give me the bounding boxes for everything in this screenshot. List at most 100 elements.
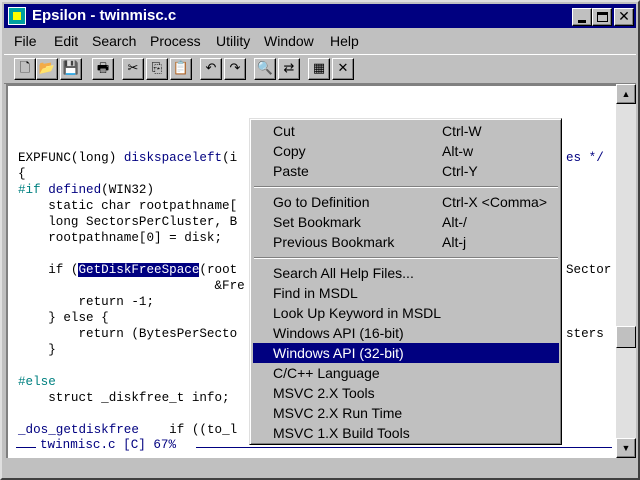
function-name-token: diskspaceleft <box>123 151 223 165</box>
menu-item-find-in-msdl[interactable]: Find in MSDL <box>253 283 559 303</box>
menu-item-label: Previous Bookmark <box>273 234 395 250</box>
code-tail-token: es */ <box>566 151 604 165</box>
menu-item-cut[interactable]: Cut Ctrl-W <box>253 121 559 141</box>
code-line: long SectorsPerCluster, B <box>18 214 245 230</box>
title-bar[interactable]: Epsilon - twinmisc.c ✕ <box>4 4 636 28</box>
menu-window[interactable]: Window <box>264 33 314 49</box>
menu-item-label: Windows API (16-bit) <box>273 325 404 341</box>
menu-item-paste[interactable]: Paste Ctrl-Y <box>253 161 559 181</box>
code-token: (to_l <box>199 423 238 437</box>
menu-item-label: MSVC 2.X Tools <box>273 385 375 401</box>
menu-item-label: Paste <box>273 163 309 179</box>
redo-button[interactable]: ↷ <box>224 58 246 80</box>
mode-line-text: twinmisc.c [C] 67% <box>40 438 177 452</box>
code-token: static char rootpathname[ <box>18 199 238 213</box>
code-token: if ( <box>18 263 79 277</box>
undo-button[interactable]: ↶ <box>200 58 222 80</box>
menu-item-msvc-2-x-run-time[interactable]: MSVC 2.X Run Time <box>253 403 559 423</box>
arrow-up-icon: ▲ <box>621 89 631 99</box>
menu-item-go-to-definition[interactable]: Go to Definition Ctrl-X <Comma> <box>253 192 559 212</box>
close-x-button[interactable]: ✕ <box>332 58 354 80</box>
code-line: { <box>18 166 245 182</box>
menu-item-previous-bookmark[interactable]: Previous Bookmark Alt-j <box>253 232 559 252</box>
grid-button[interactable]: ▦ <box>308 58 330 80</box>
menu-item-shortcut: Alt-/ <box>442 214 467 230</box>
code-line: } else { <box>18 310 245 326</box>
find-magnifier-icon: 🔍 <box>256 61 274 76</box>
code-token: &Fre <box>18 279 245 293</box>
menu-item-set-bookmark[interactable]: Set Bookmark Alt-/ <box>253 212 559 232</box>
menu-file[interactable]: File <box>14 33 37 49</box>
menu-item-label: MSVC 1.X Build Tools <box>273 425 410 441</box>
save-disk-button[interactable]: 💾 <box>60 58 82 80</box>
menu-search[interactable]: Search <box>92 33 136 49</box>
menu-process[interactable]: Process <box>150 33 201 49</box>
new-file-button[interactable]: 🗋 <box>14 58 36 80</box>
code-token: (root <box>199 263 238 277</box>
menu-item-look-up-keyword-in-msdl[interactable]: Look Up Keyword in MSDL <box>253 303 559 323</box>
toolbar: 🗋 📂 💾 🖶 ✂ ⎘ 📋 ↶ ↷ 🔍 ⇄ ▦ ✕ <box>4 54 636 84</box>
code-line: return (BytesPerSecto sters <box>18 326 603 342</box>
menu-item-shortcut: Alt-j <box>442 234 467 250</box>
menu-item-shortcut: Ctrl-X <Comma> <box>442 194 548 210</box>
menu-item-windows-api-16-bit[interactable]: Windows API (16-bit) <box>253 323 559 343</box>
scroll-up-button[interactable]: ▲ <box>616 84 636 104</box>
code-token: } else { <box>18 311 109 325</box>
find-replace-icon: ⇄ <box>283 61 295 76</box>
paste-clipboard-button[interactable]: 📋 <box>170 58 192 80</box>
menu-item-shortcut: Ctrl-Y <box>442 163 478 179</box>
menu-item-msvc-2-x-tools[interactable]: MSVC 2.X Tools <box>253 383 559 403</box>
app-window: Epsilon - twinmisc.c ✕ File Edit Search Pro… <box>0 0 640 480</box>
menu-item-label: Find in MSDL <box>273 285 358 301</box>
redo-icon: ↷ <box>229 61 241 76</box>
code-token: (i <box>222 151 238 165</box>
app-icon[interactable] <box>8 7 26 25</box>
find-replace-button[interactable]: ⇄ <box>278 58 300 80</box>
cut-scissors-icon: ✂ <box>127 61 139 76</box>
copy-button[interactable]: ⎘ <box>146 58 168 80</box>
menu-item-search-all-help-files[interactable]: Search All Help Files... <box>253 263 559 283</box>
code-text[interactable]: EXPFUNC(long) diskspaceleft(i es */{#if d… <box>18 150 611 438</box>
open-folder-button[interactable]: 📂 <box>36 58 58 80</box>
menu-item-shortcut: Ctrl-W <box>442 123 482 139</box>
find-magnifier-button[interactable]: 🔍 <box>254 58 276 80</box>
close-button[interactable]: ✕ <box>614 8 634 26</box>
menu-item-label: Copy <box>273 143 306 159</box>
code-line: if (GetDiskFreeSpace(root Sector <box>18 262 611 278</box>
scroll-thumb[interactable] <box>616 326 636 348</box>
vertical-scrollbar[interactable]: ▲ ▼ <box>616 84 636 458</box>
menu-edit[interactable]: Edit <box>54 33 78 49</box>
close-icon: ✕ <box>618 9 630 25</box>
code-token: if ( <box>138 423 200 437</box>
menu-item-label: Set Bookmark <box>273 214 361 230</box>
menu-item-c-c-language[interactable]: C/C++ Language <box>253 363 559 383</box>
maximize-button[interactable] <box>592 8 612 26</box>
menu-item-windows-api-32-bit[interactable]: Windows API (32-bit) <box>253 343 559 363</box>
print-icon: 🖶 <box>96 61 110 76</box>
cut-scissors-button[interactable]: ✂ <box>122 58 144 80</box>
menu-item-label: Search All Help Files... <box>273 265 414 281</box>
undo-icon: ↶ <box>205 61 217 76</box>
menu-item-msvc-1-x-build-tools[interactable]: MSVC 1.X Build Tools <box>253 423 559 443</box>
menu-separator <box>254 186 558 188</box>
grid-icon: ▦ <box>312 61 326 76</box>
menu-utility[interactable]: Utility <box>216 33 250 49</box>
menu-item-label: Go to Definition <box>273 194 370 210</box>
code-line: _dos_getdiskfree if ((to_l <box>18 422 245 438</box>
scroll-down-button[interactable]: ▼ <box>616 438 636 458</box>
code-line: } <box>18 342 245 358</box>
save-disk-icon: 💾 <box>62 61 80 76</box>
copy-icon: ⎘ <box>151 61 163 76</box>
menu-item-copy[interactable]: Copy Alt-w <box>253 141 559 161</box>
preprocessor-token: #if <box>18 183 49 197</box>
code-token: long SectorsPerCluster, B <box>18 215 238 229</box>
code-line: rootpathname[0] = disk; <box>18 230 245 246</box>
print-button[interactable]: 🖶 <box>92 58 114 80</box>
window-title: Epsilon - twinmisc.c <box>32 7 177 24</box>
code-token: (WIN32) <box>101 183 155 197</box>
menu-help[interactable]: Help <box>330 33 359 49</box>
code-token: return (BytesPerSecto <box>18 327 238 341</box>
new-file-icon: 🗋 <box>19 61 31 76</box>
minimize-button[interactable] <box>572 8 592 26</box>
code-token: struct _diskfree_t info; <box>18 391 230 405</box>
